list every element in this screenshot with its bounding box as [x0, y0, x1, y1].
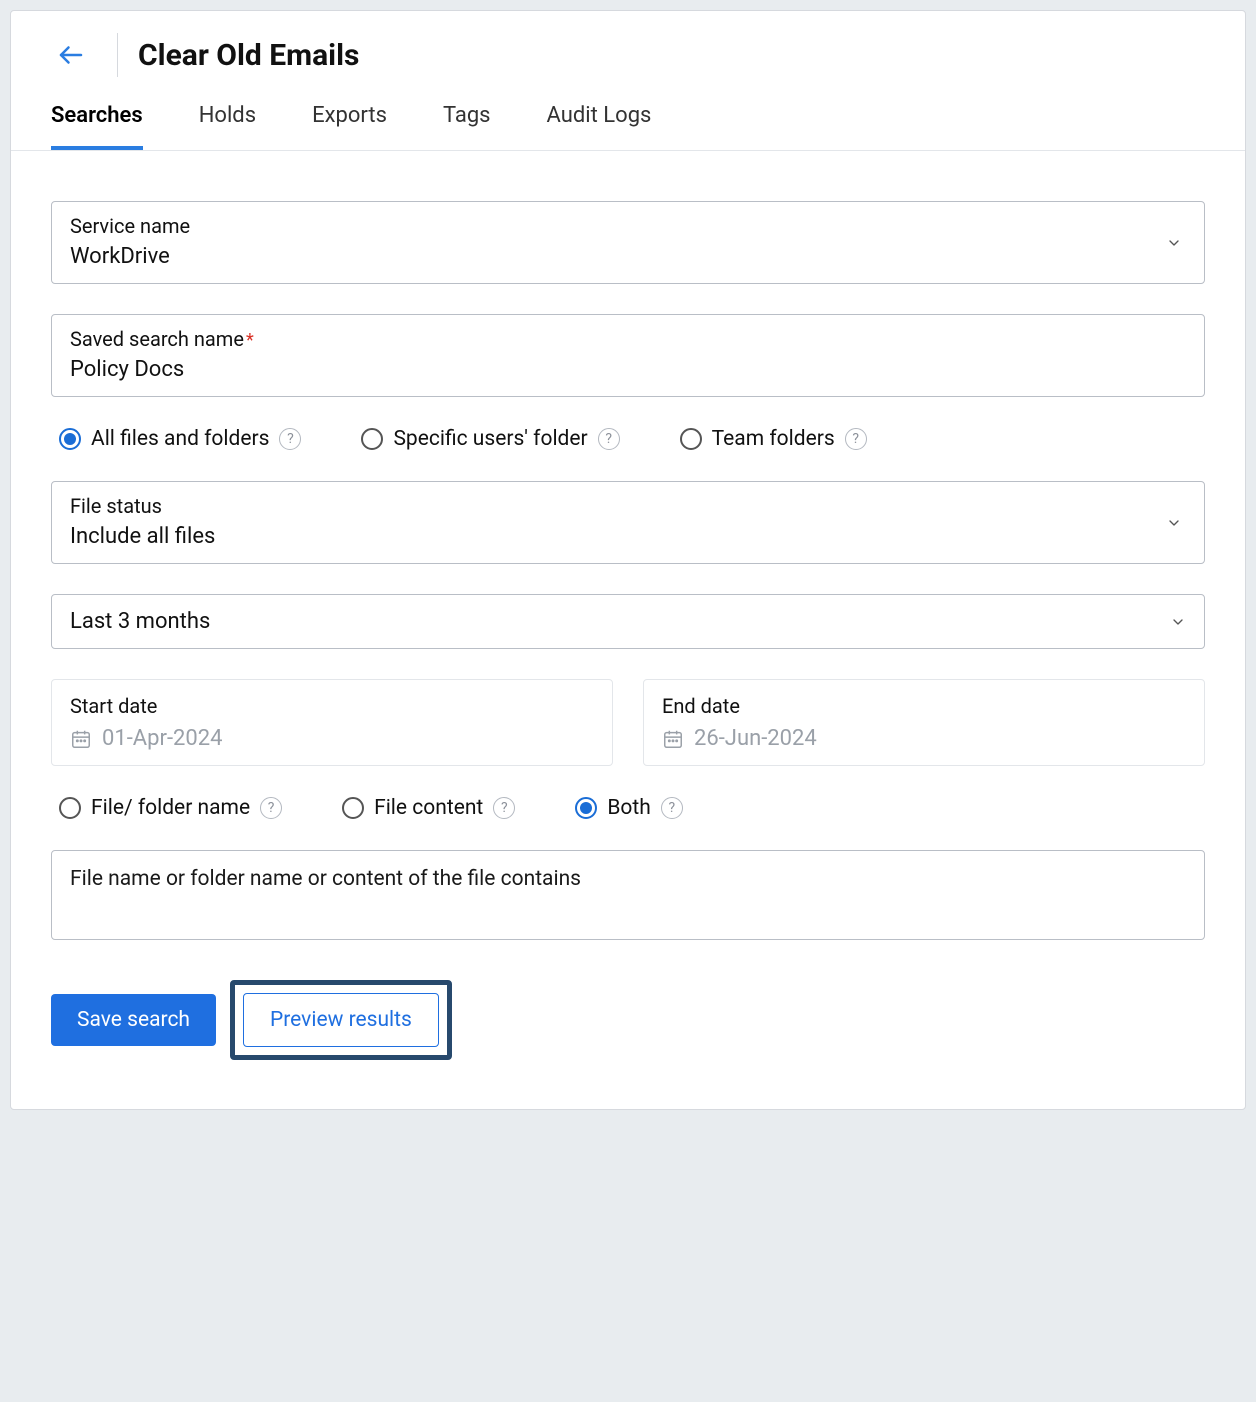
button-row: Save search Preview results	[51, 980, 1205, 1060]
radio-label: Both	[607, 796, 651, 820]
header: Clear Old Emails	[11, 11, 1245, 77]
app-window: Clear Old Emails Searches Holds Exports …	[10, 10, 1246, 1110]
end-date-label: End date	[662, 694, 1186, 718]
radio-label: Team folders	[712, 427, 835, 451]
end-date-value: 26-Jun-2024	[694, 726, 817, 751]
tab-holds[interactable]: Holds	[199, 103, 256, 150]
tab-tags[interactable]: Tags	[443, 103, 491, 150]
service-name-value: WorkDrive	[70, 244, 170, 269]
radio-label: All files and folders	[91, 427, 269, 451]
help-icon[interactable]: ?	[845, 428, 867, 450]
saved-search-name-field[interactable]: Saved search name*	[51, 314, 1205, 397]
radio-icon	[575, 797, 597, 819]
file-status-value: Include all files	[70, 524, 215, 549]
preview-highlight-frame: Preview results	[230, 980, 452, 1060]
arrow-left-icon	[56, 40, 86, 70]
help-icon[interactable]: ?	[493, 797, 515, 819]
required-asterisk: *	[246, 330, 254, 351]
radio-icon	[59, 428, 81, 450]
search-form: Service name WorkDrive Saved search name…	[11, 151, 1245, 1100]
back-button[interactable]	[51, 35, 91, 75]
service-name-label: Service name	[70, 214, 1186, 238]
date-range-select[interactable]: Last 3 months	[51, 594, 1205, 649]
preview-results-button[interactable]: Preview results	[243, 993, 439, 1047]
header-divider	[117, 33, 118, 77]
query-input[interactable]	[70, 867, 1186, 891]
date-row: Start date 01-Apr-2024 End date 26-Jun-2…	[51, 679, 1205, 766]
radio-specific-users[interactable]: Specific users' folder ?	[361, 427, 619, 451]
saved-search-name-label: Saved search name*	[70, 327, 1186, 351]
radio-icon	[59, 797, 81, 819]
help-icon[interactable]: ?	[279, 428, 301, 450]
saved-search-name-input[interactable]	[70, 357, 1186, 382]
date-range-value: Last 3 months	[70, 609, 210, 634]
start-date-field[interactable]: Start date 01-Apr-2024	[51, 679, 613, 766]
radio-icon	[342, 797, 364, 819]
tab-searches[interactable]: Searches	[51, 103, 143, 150]
start-date-label: Start date	[70, 694, 594, 718]
service-name-select[interactable]: Service name WorkDrive	[51, 201, 1205, 284]
radio-file-content[interactable]: File content ?	[342, 796, 515, 820]
file-status-select[interactable]: File status Include all files	[51, 481, 1205, 564]
saved-search-label-text: Saved search name	[70, 327, 244, 351]
tab-audit-logs[interactable]: Audit Logs	[547, 103, 652, 150]
help-icon[interactable]: ?	[260, 797, 282, 819]
radio-label: File/ folder name	[91, 796, 250, 820]
file-status-label: File status	[70, 494, 1186, 518]
page-title: Clear Old Emails	[138, 38, 359, 73]
help-icon[interactable]: ?	[661, 797, 683, 819]
end-date-field[interactable]: End date 26-Jun-2024	[643, 679, 1205, 766]
tab-exports[interactable]: Exports	[312, 103, 387, 150]
radio-label: File content	[374, 796, 483, 820]
calendar-icon	[70, 728, 92, 750]
calendar-icon	[662, 728, 684, 750]
save-search-button[interactable]: Save search	[51, 994, 216, 1046]
radio-icon	[680, 428, 702, 450]
chevron-down-icon	[1166, 235, 1182, 251]
radio-team-folders[interactable]: Team folders ?	[680, 427, 867, 451]
chevron-down-icon	[1166, 515, 1182, 531]
radio-file-folder-name[interactable]: File/ folder name ?	[59, 796, 282, 820]
chevron-down-icon	[1170, 614, 1186, 630]
radio-all-files[interactable]: All files and folders ?	[59, 427, 301, 451]
help-icon[interactable]: ?	[598, 428, 620, 450]
start-date-value: 01-Apr-2024	[102, 726, 223, 751]
query-field[interactable]	[51, 850, 1205, 940]
radio-both[interactable]: Both ?	[575, 796, 683, 820]
search-in-radio-group: File/ folder name ? File content ? Both …	[59, 796, 1205, 820]
tabs: Searches Holds Exports Tags Audit Logs	[11, 77, 1245, 151]
scope-radio-group: All files and folders ? Specific users' …	[59, 427, 1205, 451]
radio-label: Specific users' folder	[393, 427, 587, 451]
radio-icon	[361, 428, 383, 450]
